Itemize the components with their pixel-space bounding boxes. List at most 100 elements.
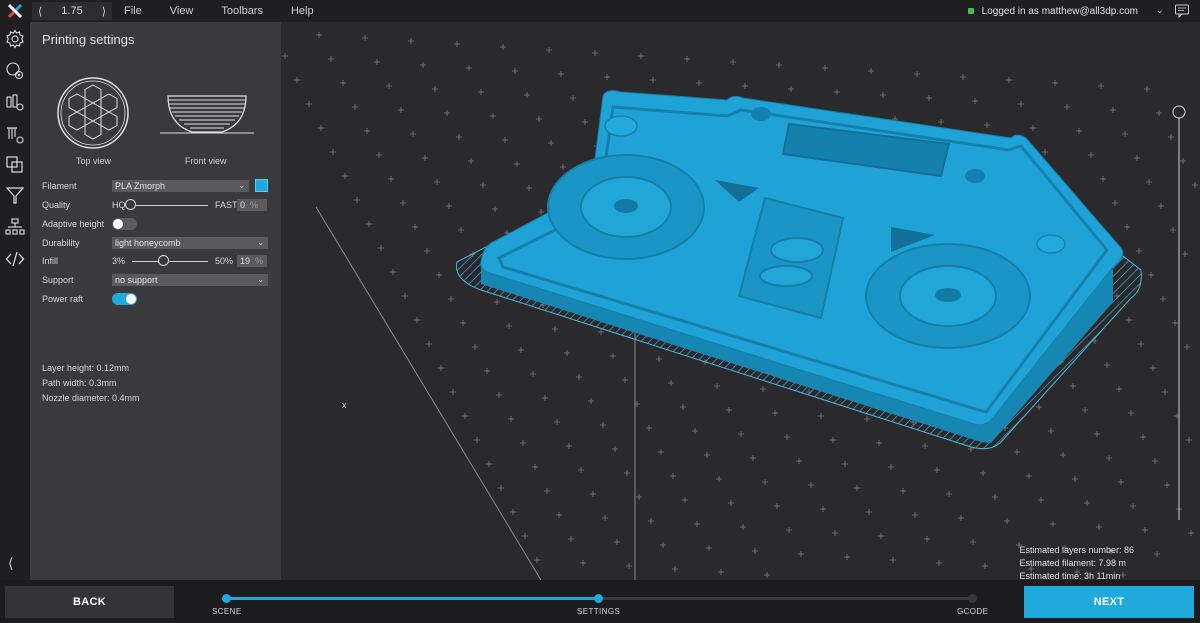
grid-cross-mark [764,572,770,578]
next-button[interactable]: NEXT [1024,586,1194,618]
grid-cross-mark [582,119,588,125]
grid-cross-mark [1192,182,1198,188]
grid-cross-mark [472,344,478,350]
extruder-settings-icon[interactable] [4,60,26,82]
login-status[interactable]: Logged in as matthew@all3dp.com [967,0,1138,22]
build-plate-scene[interactable]: x [281,22,1200,581]
menu-file[interactable]: File [124,5,142,17]
knob-right [1036,234,1066,254]
grid-cross-mark [1036,404,1042,410]
infill-value-input[interactable]: 19% [237,255,267,267]
material-settings-icon[interactable] [4,124,26,146]
grid-cross-mark [706,545,712,551]
grid-cross-mark [408,38,414,44]
quality-label: Quality [42,200,71,210]
grid-cross-mark [692,428,698,434]
grid-cross-mark [424,248,430,254]
grid-cross-mark [1104,362,1110,368]
hierarchy-tree-icon[interactable] [4,216,26,238]
cassette-reel-top [770,237,824,263]
grid-cross-mark [1168,134,1174,140]
infill-slider-track[interactable] [132,261,208,262]
grid-cross-mark [282,53,288,59]
filament-value: PLA Zmorph [115,181,166,191]
grid-cross-mark [740,524,746,530]
zoom-value[interactable]: 1.75 [61,5,82,17]
grid-cross-mark [534,557,540,563]
support-select[interactable]: no support ⌄ [112,274,268,286]
account-chevron-down-icon[interactable]: ⌄ [1156,5,1164,16]
layer-slider-knob[interactable] [1172,105,1186,119]
zoom-decrease-icon[interactable]: ⟨ [38,5,42,18]
quality-slider-track[interactable] [126,205,208,206]
durability-select[interactable]: light honeycomb ⌄ [112,237,268,249]
step-scene-label[interactable]: SCENE [212,607,242,616]
cassette-reel-bottom [759,265,813,287]
grid-cross-mark [1164,482,1170,488]
nozzle-diameter-info: Nozzle diameter: 0.4mm [42,393,140,403]
menu-toolbars[interactable]: Toolbars [221,5,263,17]
step-gcode-label[interactable]: GCODE [957,607,988,616]
infill-slider-knob[interactable] [158,255,169,266]
grid-cross-mark [328,56,334,62]
quality-slider-knob[interactable] [125,199,136,210]
back-button[interactable]: BACK [5,586,174,618]
collapse-panel-chevron-left-icon[interactable]: ⟨ [8,555,13,572]
step-scene-dot[interactable] [222,594,231,603]
step-gcode-dot[interactable] [968,594,977,603]
grid-cross-mark [922,443,928,449]
step-settings-label[interactable]: SETTINGS [577,607,620,616]
layer-height-info: Layer height: 0.12mm [42,363,130,373]
filament-color-swatch[interactable] [255,179,268,192]
menu-view[interactable]: View [170,5,194,17]
grid-cross-mark [1070,383,1076,389]
filter-funnel-icon[interactable] [4,184,26,206]
grid-cross-mark [412,224,418,230]
grid-cross-mark [726,407,732,413]
quality-value-input[interactable]: 0% [237,199,267,211]
menu-help[interactable]: Help [291,5,314,17]
grid-cross-mark [1156,110,1162,116]
grid-cross-mark [798,551,804,557]
grid-cross-mark [436,272,442,278]
zoom-increase-icon[interactable]: ⟩ [102,5,106,18]
code-icon[interactable] [4,248,26,270]
grid-cross-mark [1128,410,1134,416]
grid-cross-mark [486,461,492,467]
feedback-chat-icon[interactable] [1174,3,1190,22]
top-view-label: Top view [76,156,112,166]
power-raft-toggle[interactable] [112,293,137,305]
step-settings-dot[interactable] [594,594,603,603]
grid-cross-mark [1030,125,1036,131]
grid-cross-mark [374,59,380,65]
grid-cross-mark [684,56,690,62]
printing-settings-gear-icon[interactable] [4,28,26,50]
grid-cross-mark [564,350,570,356]
durability-value: light honeycomb [115,238,181,248]
grid-cross-mark [796,458,802,464]
grid-cross-mark [1004,518,1010,524]
tool-head-settings-icon[interactable] [4,92,26,114]
grid-cross-mark [646,425,652,431]
grid-cross-mark [536,116,542,122]
grid-cross-mark [992,494,998,500]
grid-cross-mark [774,503,780,509]
3d-viewport[interactable]: x Estimated layers number: 86 Estimated … [281,22,1200,581]
layers-copy-icon[interactable] [4,154,26,176]
grid-cross-mark [426,341,432,347]
filament-select[interactable]: PLA Zmorph ⌄ [112,180,249,192]
grid-cross-mark [490,113,496,119]
grid-cross-mark [578,467,584,473]
path-width-info: Path width: 0.3mm [42,378,117,388]
grid-cross-mark [1100,176,1106,182]
zoom-control: ⟨ 1.75 ⟩ [32,2,112,20]
adaptive-height-toggle[interactable] [112,218,137,230]
toggle-knob [126,294,136,304]
grid-cross-mark [638,53,644,59]
grid-cross-mark [438,365,444,371]
grid-cross-mark [1142,527,1148,533]
grid-cross-mark [1126,317,1132,323]
progress-complete-track [226,597,598,600]
grid-cross-mark [340,80,346,86]
grid-cross-mark [456,134,462,140]
